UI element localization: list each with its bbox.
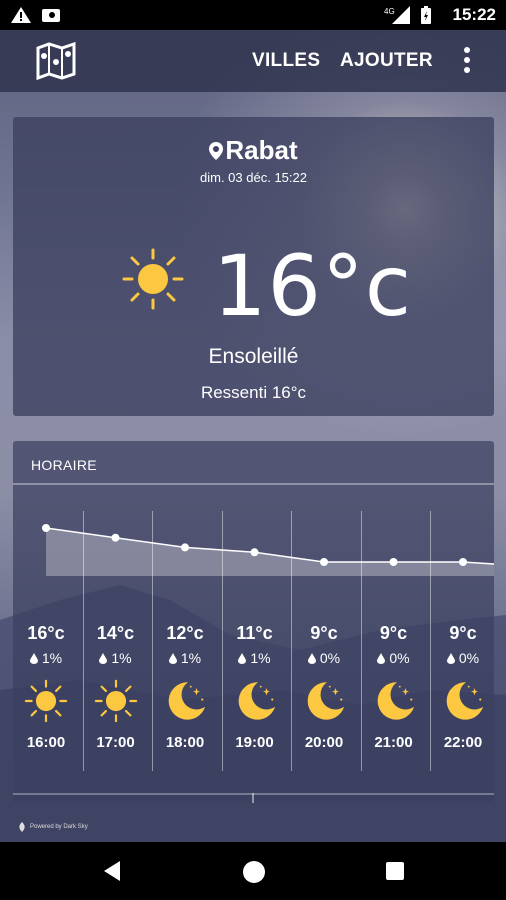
hourly-precip: 1% [13, 650, 81, 666]
more-vert-icon[interactable] [460, 45, 474, 77]
villes-button[interactable]: VILLES [252, 50, 320, 72]
ajouter-button[interactable]: AJOUTER [340, 50, 433, 72]
hourly-hour: 17:00 [96, 734, 135, 751]
hourly-precip: 0% [428, 650, 494, 666]
city-title[interactable]: Rabat [13, 135, 494, 166]
moon-icon [307, 682, 345, 720]
current-datetime: dim. 03 déc. 15:22 [200, 170, 307, 185]
location-pin-icon [209, 142, 224, 160]
moon-icon [168, 682, 206, 720]
current-temperature: 16°c [213, 237, 413, 335]
city-name: Rabat [225, 135, 298, 165]
hourly-item[interactable]: 16°c 1% 16:00 [13, 623, 81, 751]
recents-button[interactable] [386, 862, 404, 880]
moon-icon [377, 682, 414, 720]
warning-icon [11, 7, 31, 23]
raindrop-icon [307, 653, 316, 664]
hourly-header: HORAIRE [13, 441, 494, 485]
raindrop-icon [238, 653, 247, 664]
hourly-hour: 18:00 [165, 734, 205, 751]
hourly-item[interactable]: 9°c 0% 20:00 [289, 623, 359, 751]
hourly-footer-separator [252, 793, 254, 803]
sun-icon [94, 679, 137, 723]
hourly-item[interactable]: 9°c 0% 21:00 [359, 623, 429, 751]
battery-icon [421, 6, 431, 24]
home-button[interactable] [243, 861, 265, 883]
raindrop-icon [168, 653, 177, 664]
hourly-precip-value: 0% [389, 650, 410, 666]
hourly-precip-value: 0% [319, 650, 341, 666]
hourly-temp: 14°c [96, 623, 135, 643]
hourly-temp: 9°c [379, 623, 408, 643]
raindrop-icon [446, 653, 455, 664]
moon-icon [238, 682, 275, 720]
hourly-precip-value: 1% [41, 650, 63, 666]
hourly-precip-value: 0% [458, 650, 480, 666]
hourly-item[interactable]: 12°c 1% 18:00 [150, 623, 220, 751]
hourly-hour: 20:00 [304, 734, 344, 751]
hourly-temp: 9°c [449, 623, 477, 643]
hourly-hour: 22:00 [443, 734, 483, 751]
hourly-hour: 19:00 [235, 734, 274, 751]
condition-label: Ensoleillé [208, 345, 299, 368]
map-icon[interactable] [36, 42, 76, 80]
status-bar: 4G 15:22 [0, 0, 506, 30]
hourly-hour: 21:00 [374, 734, 413, 751]
current-weather-card: Rabat dim. 03 déc. 15:22 16°c Ensoleillé… [13, 117, 494, 416]
hourly-temp: 12°c [166, 623, 204, 643]
hourly-columns: 16°c 1% 16:00 14°c 1% 17:00 12°c 1% 18:00 11°c 1% 1… [13, 511, 494, 771]
network-label: 4G [384, 7, 395, 16]
back-icon[interactable] [102, 860, 122, 882]
hourly-precip: 1% [150, 650, 220, 666]
status-time: 15:22 [452, 5, 496, 24]
hourly-precip-value: 1% [250, 650, 271, 666]
weather-screen: 4G 15:22 VILLES AJOUTER Rabat dim. 03 dé… [0, 0, 506, 900]
powered-by-label: Powered by Dark Sky [30, 824, 88, 830]
feels-like-label: Ressenti 16°c [200, 383, 307, 402]
hourly-temp: 9°c [310, 623, 338, 643]
sun-icon [122, 248, 184, 310]
hourly-precip: 1% [81, 650, 151, 666]
raindrop-icon [99, 653, 108, 664]
raindrop-icon [29, 653, 38, 664]
hourly-precip: 0% [289, 650, 359, 666]
hourly-card[interactable]: HORAIRE 16°c 1% 16:00 14°c 1% 17:00 12°c 1% 18:0… [13, 441, 494, 803]
hourly-precip-value: 1% [111, 650, 132, 666]
hourly-precip: 0% [359, 650, 429, 666]
hourly-title: HORAIRE [31, 457, 97, 473]
dark-sky-icon [19, 822, 25, 832]
hourly-hour: 16:00 [26, 734, 66, 751]
raindrop-icon [377, 653, 386, 664]
hourly-temp: 11°c [236, 623, 273, 643]
system-nav-bar [0, 842, 506, 900]
signal-icon: 4G [384, 6, 410, 24]
hourly-item[interactable]: 14°c 1% 17:00 [81, 623, 151, 751]
app-bar: VILLES AJOUTER [0, 30, 506, 92]
notification-image-icon [42, 9, 60, 22]
hourly-item[interactable]: 9°c 0% 22:00 [428, 623, 494, 751]
hourly-precip-value: 1% [180, 650, 202, 666]
hourly-item[interactable]: 11°c 1% 19:00 [220, 623, 290, 751]
hourly-temp: 16°c [27, 623, 65, 643]
hourly-precip: 1% [220, 650, 290, 666]
sun-icon [24, 679, 68, 723]
powered-by[interactable]: Powered by Dark Sky [18, 822, 88, 832]
moon-icon [446, 682, 484, 720]
